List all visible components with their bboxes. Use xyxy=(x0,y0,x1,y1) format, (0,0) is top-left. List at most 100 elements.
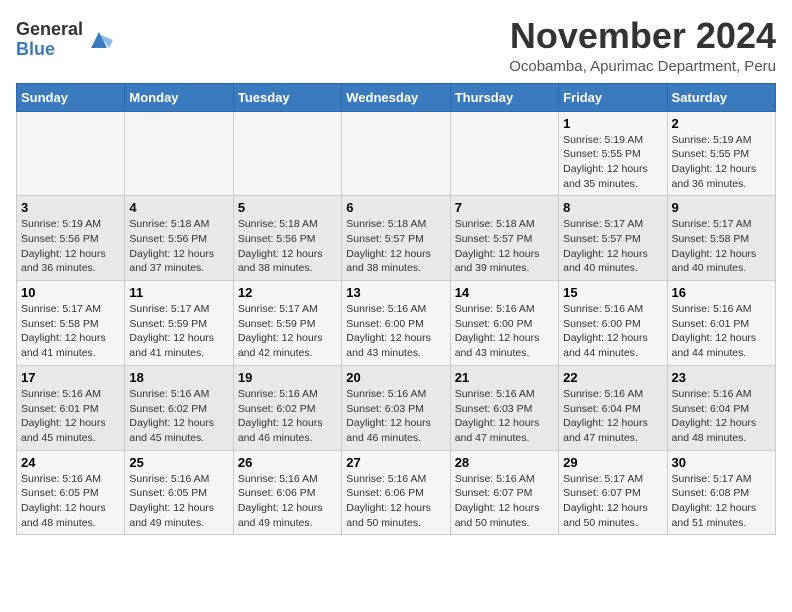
day-number: 5 xyxy=(238,200,337,215)
day-info: Sunrise: 5:16 AM Sunset: 6:05 PM Dayligh… xyxy=(129,472,228,531)
weekday-header-friday: Friday xyxy=(559,83,667,111)
calendar-cell: 30 Sunrise: 5:17 AM Sunset: 6:08 PM Dayli… xyxy=(667,450,775,535)
calendar-cell: 21Sunrise: 5:16 AM Sunset: 6:03 PM Dayli… xyxy=(450,365,558,450)
day-info: Sunrise: 5:18 AM Sunset: 5:56 PM Dayligh… xyxy=(238,217,337,276)
calendar-cell: 19Sunrise: 5:16 AM Sunset: 6:02 PM Dayli… xyxy=(233,365,341,450)
weekday-header-saturday: Saturday xyxy=(667,83,775,111)
calendar-cell: 5 Sunrise: 5:18 AM Sunset: 5:56 PM Daylig… xyxy=(233,196,341,281)
calendar-cell xyxy=(342,111,450,196)
calendar-cell: 12 Sunrise: 5:17 AM Sunset: 5:59 PM Dayli… xyxy=(233,281,341,366)
calendar-week-row: 10 Sunrise: 5:17 AM Sunset: 5:58 PM Dayli… xyxy=(17,281,776,366)
calendar-week-row: 3 Sunrise: 5:19 AM Sunset: 5:56 PM Daylig… xyxy=(17,196,776,281)
day-number: 14 xyxy=(455,285,554,300)
calendar-cell: 7 Sunrise: 5:18 AM Sunset: 5:57 PM Daylig… xyxy=(450,196,558,281)
day-number: 12 xyxy=(238,285,337,300)
day-number: 17 xyxy=(21,370,120,385)
day-number: 1 xyxy=(563,116,662,131)
day-info: Sunrise: 5:17 AM Sunset: 5:59 PM Dayligh… xyxy=(238,302,337,361)
page-header: General Blue November 2024 Ocobamba, Apu… xyxy=(16,16,776,75)
day-info: Sunrise: 5:16 AM Sunset: 6:01 PM Dayligh… xyxy=(21,387,120,446)
calendar-cell: 4 Sunrise: 5:18 AM Sunset: 5:56 PM Daylig… xyxy=(125,196,233,281)
day-info: Sunrise: 5:19 AM Sunset: 5:55 PM Dayligh… xyxy=(563,133,662,192)
day-info: Sunrise: 5:17 AM Sunset: 5:58 PM Dayligh… xyxy=(672,217,771,276)
calendar-cell: 18Sunrise: 5:16 AM Sunset: 6:02 PM Dayli… xyxy=(125,365,233,450)
weekday-header-monday: Monday xyxy=(125,83,233,111)
calendar-cell xyxy=(233,111,341,196)
calendar-cell: 22Sunrise: 5:16 AM Sunset: 6:04 PM Dayli… xyxy=(559,365,667,450)
day-number: 11 xyxy=(129,285,228,300)
day-info: Sunrise: 5:16 AM Sunset: 6:00 PM Dayligh… xyxy=(563,302,662,361)
day-info: Sunrise: 5:17 AM Sunset: 5:57 PM Dayligh… xyxy=(563,217,662,276)
logo-blue-text: Blue xyxy=(16,40,83,60)
day-info: Sunrise: 5:18 AM Sunset: 5:57 PM Dayligh… xyxy=(455,217,554,276)
day-info: Sunrise: 5:19 AM Sunset: 5:56 PM Dayligh… xyxy=(21,217,120,276)
calendar-cell: 15 Sunrise: 5:16 AM Sunset: 6:00 PM Dayli… xyxy=(559,281,667,366)
day-number: 6 xyxy=(346,200,445,215)
logo: General Blue xyxy=(16,20,113,60)
day-info: Sunrise: 5:16 AM Sunset: 6:02 PM Dayligh… xyxy=(129,387,228,446)
day-number: 15 xyxy=(563,285,662,300)
calendar-cell: 24 Sunrise: 5:16 AM Sunset: 6:05 PM Dayli… xyxy=(17,450,125,535)
day-number: 23 xyxy=(672,370,771,385)
day-number: 9 xyxy=(672,200,771,215)
day-number: 16 xyxy=(672,285,771,300)
day-info: Sunrise: 5:17 AM Sunset: 5:58 PM Dayligh… xyxy=(21,302,120,361)
day-info: Sunrise: 5:18 AM Sunset: 5:57 PM Dayligh… xyxy=(346,217,445,276)
day-number: 29 xyxy=(563,455,662,470)
weekday-header-tuesday: Tuesday xyxy=(233,83,341,111)
calendar-cell: 6 Sunrise: 5:18 AM Sunset: 5:57 PM Daylig… xyxy=(342,196,450,281)
day-info: Sunrise: 5:16 AM Sunset: 6:03 PM Dayligh… xyxy=(455,387,554,446)
day-number: 25 xyxy=(129,455,228,470)
location-subtitle: Ocobamba, Apurimac Department, Peru xyxy=(509,58,776,75)
calendar-cell: 25 Sunrise: 5:16 AM Sunset: 6:05 PM Dayli… xyxy=(125,450,233,535)
day-number: 30 xyxy=(672,455,771,470)
calendar-week-row: 17 Sunrise: 5:16 AM Sunset: 6:01 PM Dayli… xyxy=(17,365,776,450)
weekday-header-wednesday: Wednesday xyxy=(342,83,450,111)
day-info: Sunrise: 5:16 AM Sunset: 6:04 PM Dayligh… xyxy=(672,387,771,446)
calendar-cell: 3 Sunrise: 5:19 AM Sunset: 5:56 PM Daylig… xyxy=(17,196,125,281)
calendar-cell: 9 Sunrise: 5:17 AM Sunset: 5:58 PM Daylig… xyxy=(667,196,775,281)
calendar-cell: 28Sunrise: 5:16 AM Sunset: 6:07 PM Dayli… xyxy=(450,450,558,535)
calendar-cell: 20Sunrise: 5:16 AM Sunset: 6:03 PM Dayli… xyxy=(342,365,450,450)
calendar-cell: 27Sunrise: 5:16 AM Sunset: 6:06 PM Dayli… xyxy=(342,450,450,535)
calendar-cell: 2 Sunrise: 5:19 AM Sunset: 5:55 PM Daylig… xyxy=(667,111,775,196)
title-section: November 2024 Ocobamba, Apurimac Departm… xyxy=(509,16,776,75)
day-info: Sunrise: 5:16 AM Sunset: 6:05 PM Dayligh… xyxy=(21,472,120,531)
day-info: Sunrise: 5:16 AM Sunset: 6:01 PM Dayligh… xyxy=(672,302,771,361)
day-info: Sunrise: 5:18 AM Sunset: 5:56 PM Dayligh… xyxy=(129,217,228,276)
day-number: 2 xyxy=(672,116,771,131)
calendar-cell: 1 Sunrise: 5:19 AM Sunset: 5:55 PM Daylig… xyxy=(559,111,667,196)
calendar-cell: 14 Sunrise: 5:16 AM Sunset: 6:00 PM Dayli… xyxy=(450,281,558,366)
calendar-cell: 26 Sunrise: 5:16 AM Sunset: 6:06 PM Dayli… xyxy=(233,450,341,535)
day-info: Sunrise: 5:17 AM Sunset: 6:07 PM Dayligh… xyxy=(563,472,662,531)
day-info: Sunrise: 5:16 AM Sunset: 6:00 PM Dayligh… xyxy=(455,302,554,361)
day-info: Sunrise: 5:19 AM Sunset: 5:55 PM Dayligh… xyxy=(672,133,771,192)
day-number: 26 xyxy=(238,455,337,470)
day-info: Sunrise: 5:17 AM Sunset: 6:08 PM Dayligh… xyxy=(672,472,771,531)
day-number: 4 xyxy=(129,200,228,215)
calendar-table: SundayMondayTuesdayWednesdayThursdayFrid… xyxy=(16,83,776,536)
day-number: 13 xyxy=(346,285,445,300)
calendar-cell: 16 Sunrise: 5:16 AM Sunset: 6:01 PM Dayli… xyxy=(667,281,775,366)
day-info: Sunrise: 5:16 AM Sunset: 6:06 PM Dayligh… xyxy=(238,472,337,531)
day-number: 3 xyxy=(21,200,120,215)
day-number: 24 xyxy=(21,455,120,470)
calendar-cell xyxy=(450,111,558,196)
calendar-cell: 13 Sunrise: 5:16 AM Sunset: 6:00 PM Dayli… xyxy=(342,281,450,366)
calendar-cell: 29 Sunrise: 5:17 AM Sunset: 6:07 PM Dayli… xyxy=(559,450,667,535)
day-info: Sunrise: 5:16 AM Sunset: 6:07 PM Dayligh… xyxy=(455,472,554,531)
weekday-header-row: SundayMondayTuesdayWednesdayThursdayFrid… xyxy=(17,83,776,111)
day-info: Sunrise: 5:16 AM Sunset: 6:03 PM Dayligh… xyxy=(346,387,445,446)
day-info: Sunrise: 5:16 AM Sunset: 6:06 PM Dayligh… xyxy=(346,472,445,531)
day-info: Sunrise: 5:16 AM Sunset: 6:00 PM Dayligh… xyxy=(346,302,445,361)
calendar-cell: 11 Sunrise: 5:17 AM Sunset: 5:59 PM Dayli… xyxy=(125,281,233,366)
day-info: Sunrise: 5:17 AM Sunset: 5:59 PM Dayligh… xyxy=(129,302,228,361)
calendar-cell xyxy=(17,111,125,196)
logo-general-text: General xyxy=(16,20,83,40)
day-number: 10 xyxy=(21,285,120,300)
calendar-cell: 23 Sunrise: 5:16 AM Sunset: 6:04 PM Dayli… xyxy=(667,365,775,450)
day-number: 7 xyxy=(455,200,554,215)
calendar-header: SundayMondayTuesdayWednesdayThursdayFrid… xyxy=(17,83,776,111)
weekday-header-sunday: Sunday xyxy=(17,83,125,111)
day-info: Sunrise: 5:16 AM Sunset: 6:04 PM Dayligh… xyxy=(563,387,662,446)
